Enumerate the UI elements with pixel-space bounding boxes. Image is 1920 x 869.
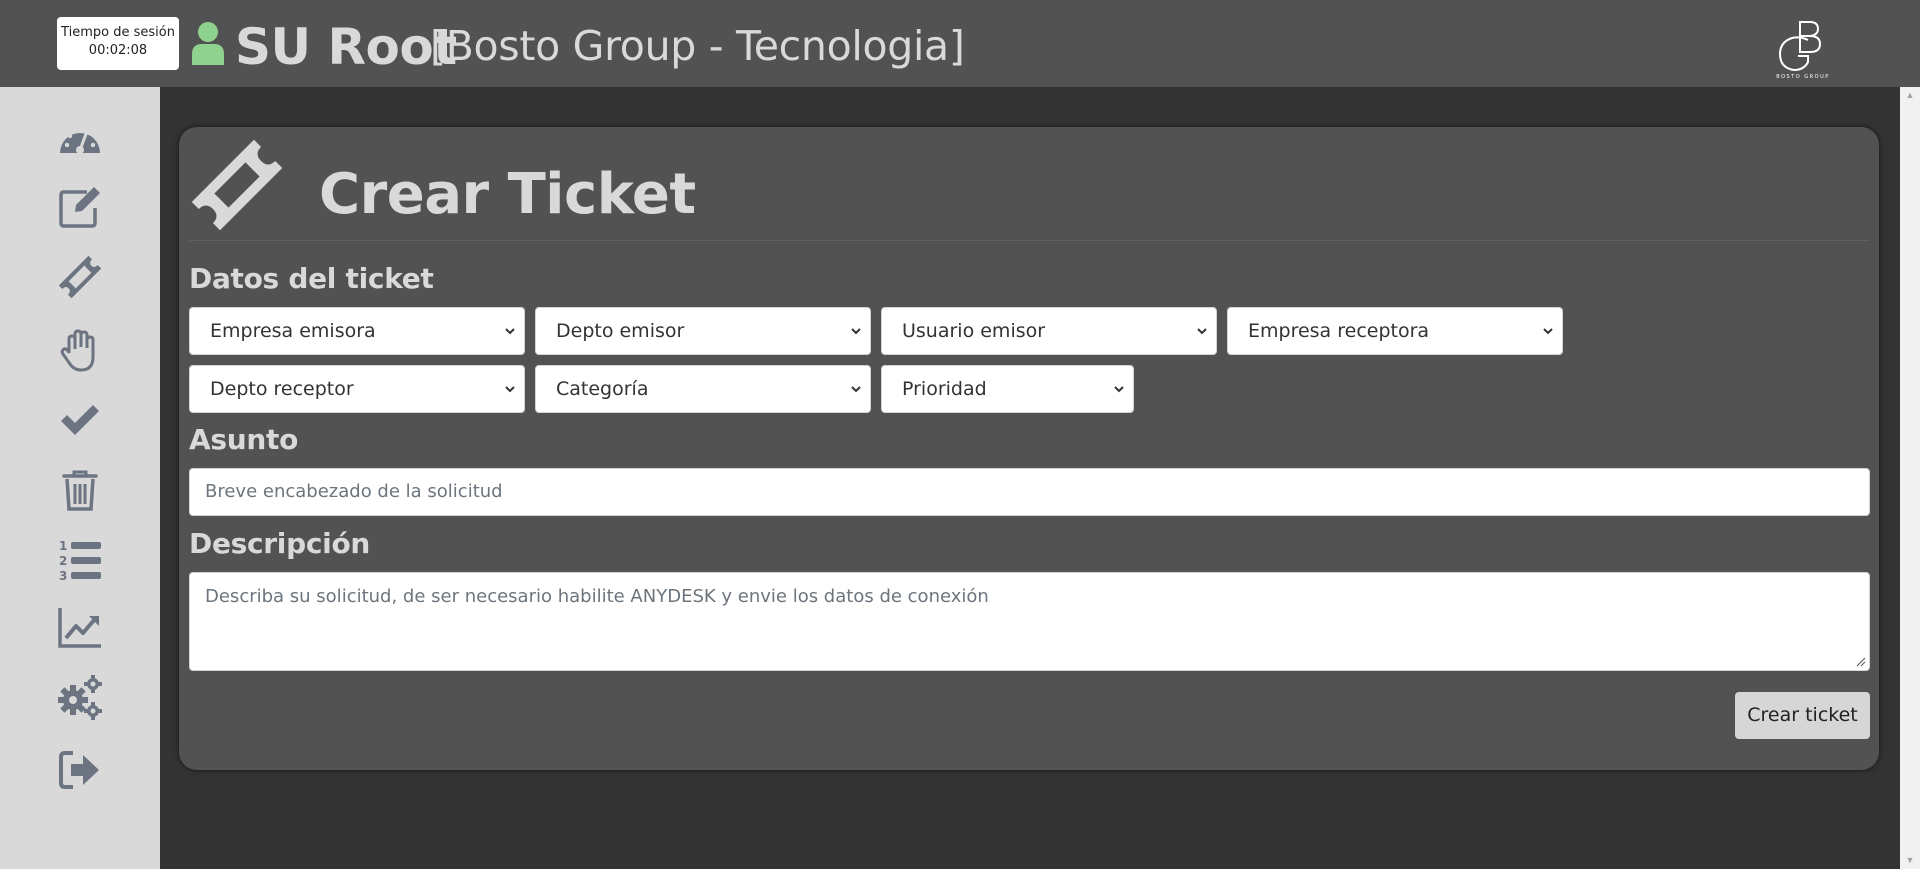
top-header: Tiempo de sesión 00:02:08 SU Root [Bosto… — [0, 0, 1920, 87]
user-company: [Bosto Group - Tecnologia] — [430, 22, 965, 70]
depto-emisor-value: Depto emisor — [556, 320, 685, 342]
check-icon — [61, 405, 99, 435]
logo-text: BOSTO GROUP — [1776, 74, 1830, 80]
sidebar-item-dashboard[interactable] — [55, 117, 105, 167]
asunto-input[interactable]: Breve encabezado de la solicitud — [189, 468, 1870, 516]
dashboard-gauge-icon — [60, 128, 100, 154]
edit-icon — [59, 187, 100, 228]
categoria-value: Categoría — [556, 378, 649, 400]
numbered-list-icon: 1 2 3 — [59, 539, 101, 583]
settings-gears-icon — [58, 675, 102, 720]
prioridad-value: Prioridad — [902, 378, 987, 400]
asunto-placeholder: Breve encabezado de la solicitud — [205, 481, 503, 502]
depto-receptor-select[interactable]: Depto receptor — [189, 365, 525, 413]
scroll-down-arrow-icon[interactable]: ▼ — [1900, 852, 1920, 869]
descripcion-label: Descripción — [189, 527, 371, 560]
sidebar-item-completed[interactable] — [55, 395, 105, 445]
create-ticket-card: Crear Ticket Datos del ticket Empresa em… — [179, 127, 1879, 770]
depto-receptor-value: Depto receptor — [210, 378, 354, 400]
empresa-emisora-value: Empresa emisora — [210, 320, 376, 342]
resize-handle-icon[interactable] — [1856, 657, 1866, 667]
session-timer: Tiempo de sesión 00:02:08 — [57, 17, 179, 70]
page-title: Crear Ticket — [319, 162, 696, 227]
chart-line-icon — [58, 608, 101, 648]
section-title-datos: Datos del ticket — [189, 262, 434, 295]
scroll-up-arrow-icon[interactable]: ▲ — [1900, 87, 1920, 104]
svg-text:2: 2 — [59, 554, 67, 568]
chevron-down-icon — [505, 386, 515, 393]
chevron-down-icon — [505, 328, 515, 335]
user-icon — [192, 22, 224, 65]
svg-text:3: 3 — [59, 569, 67, 583]
empresa-emisora-select[interactable]: Empresa emisora — [189, 307, 525, 355]
create-ticket-button[interactable]: Crear ticket — [1735, 692, 1870, 739]
chevron-down-icon — [1197, 328, 1207, 335]
hand-icon — [60, 329, 95, 372]
chevron-down-icon — [851, 386, 861, 393]
sidebar-item-trash[interactable] — [55, 465, 105, 515]
session-timer-label: Tiempo de sesión — [61, 25, 175, 40]
svg-text:1: 1 — [59, 539, 67, 553]
depto-emisor-select[interactable]: Depto emisor — [535, 307, 871, 355]
prioridad-select[interactable]: Prioridad — [881, 365, 1134, 413]
chevron-down-icon — [851, 328, 861, 335]
usuario-emisor-select[interactable]: Usuario emisor — [881, 307, 1217, 355]
chevron-down-icon — [1114, 386, 1124, 393]
trash-icon — [62, 470, 98, 511]
descripcion-textarea[interactable]: Describa su solicitud, de ser necesario … — [189, 572, 1870, 671]
sidebar-item-logout[interactable] — [55, 745, 105, 795]
ticket-icon — [191, 139, 283, 231]
sidebar: 1 2 3 — [0, 87, 160, 869]
sidebar-item-edit[interactable] — [55, 182, 105, 232]
sidebar-item-list[interactable]: 1 2 3 — [55, 535, 105, 585]
usuario-emisor-value: Usuario emisor — [902, 320, 1046, 342]
session-timer-value: 00:02:08 — [88, 43, 148, 58]
user-name: SU Root — [235, 18, 457, 76]
title-divider — [189, 240, 1869, 241]
sidebar-item-hand[interactable] — [55, 325, 105, 375]
asunto-label: Asunto — [189, 423, 299, 456]
company-logo: BOSTO GROUP — [1776, 21, 1830, 80]
chevron-down-icon — [1543, 328, 1553, 335]
descripcion-placeholder: Describa su solicitud, de ser necesario … — [205, 586, 989, 607]
empresa-receptora-value: Empresa receptora — [1248, 320, 1430, 342]
sidebar-item-tickets[interactable] — [55, 252, 105, 302]
sidebar-item-reports[interactable] — [55, 602, 105, 652]
sidebar-item-settings[interactable] — [55, 672, 105, 722]
sign-out-icon — [59, 751, 99, 789]
categoria-select[interactable]: Categoría — [535, 365, 871, 413]
empresa-receptora-select[interactable]: Empresa receptora — [1227, 307, 1563, 355]
ticket-icon — [58, 255, 102, 299]
page-scrollbar[interactable]: ▲ ▼ — [1900, 87, 1920, 869]
